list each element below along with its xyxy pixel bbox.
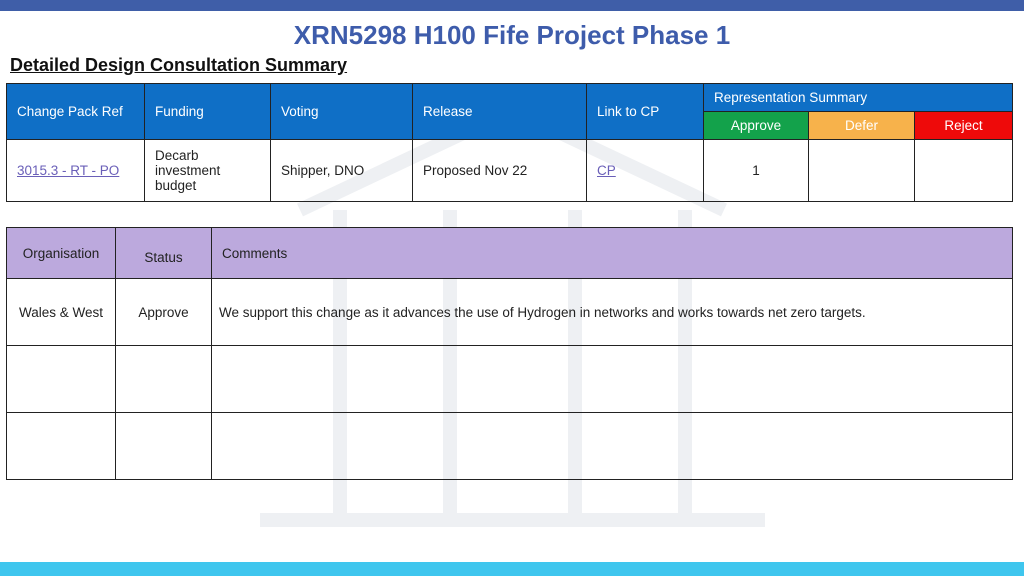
cell-voting: Shipper, DNO [270,139,413,202]
cell-defer-count [808,139,915,202]
cp-link[interactable]: CP [597,163,616,178]
header-link-to-cp: Link to CP [586,83,704,140]
header-change-pack-ref: Change Pack Ref [6,83,145,140]
header-voting: Voting [270,83,413,140]
header-approve: Approve [703,111,809,140]
table-row: Wales & West Approve We support this cha… [6,278,1013,346]
header-release: Release [412,83,587,140]
slide-title: XRN5298 H100 Fife Project Phase 1 [293,20,731,50]
cell-change-pack-ref[interactable]: 3015.3 - RT - PO [6,139,145,202]
change-summary-table: Change Pack Ref Funding Voting Release L… [6,83,1014,202]
cell-status [115,412,212,480]
header-organisation: Organisation [6,227,116,279]
change-pack-ref-link[interactable]: 3015.3 - RT - PO [17,163,119,178]
cell-status: Approve [115,278,212,346]
bottom-accent-bar [0,562,1024,576]
cell-comment [211,345,1013,413]
cell-funding: Decarb investment budget [144,139,271,202]
cell-organisation [6,345,116,413]
comments-table: Organisation Status Comments Wales & Wes… [6,227,1013,480]
header-reject: Reject [913,111,1014,140]
top-accent-bar [0,0,1024,11]
cell-approve-count: 1 [703,139,809,202]
header-comments: Comments [211,227,1013,279]
cell-release: Proposed Nov 22 [412,139,587,202]
header-status: Status [115,227,212,279]
table-row [6,412,1013,480]
cell-organisation: Wales & West [6,278,116,346]
cell-status [115,345,212,413]
cell-comment: We support this change as it advances th… [211,278,1013,346]
cell-organisation [6,412,116,480]
table-row [6,345,1013,413]
header-representation-summary: Representation Summary [702,83,1014,112]
table-row: 3015.3 - RT - PO Decarb investment budge… [6,139,1014,202]
header-funding: Funding [144,83,271,140]
cell-reject-count [913,139,1014,202]
cell-comment [211,412,1013,480]
cell-link-to-cp[interactable]: CP [586,139,704,202]
section-subtitle: Detailed Design Consultation Summary [10,55,348,75]
header-defer: Defer [808,111,915,140]
